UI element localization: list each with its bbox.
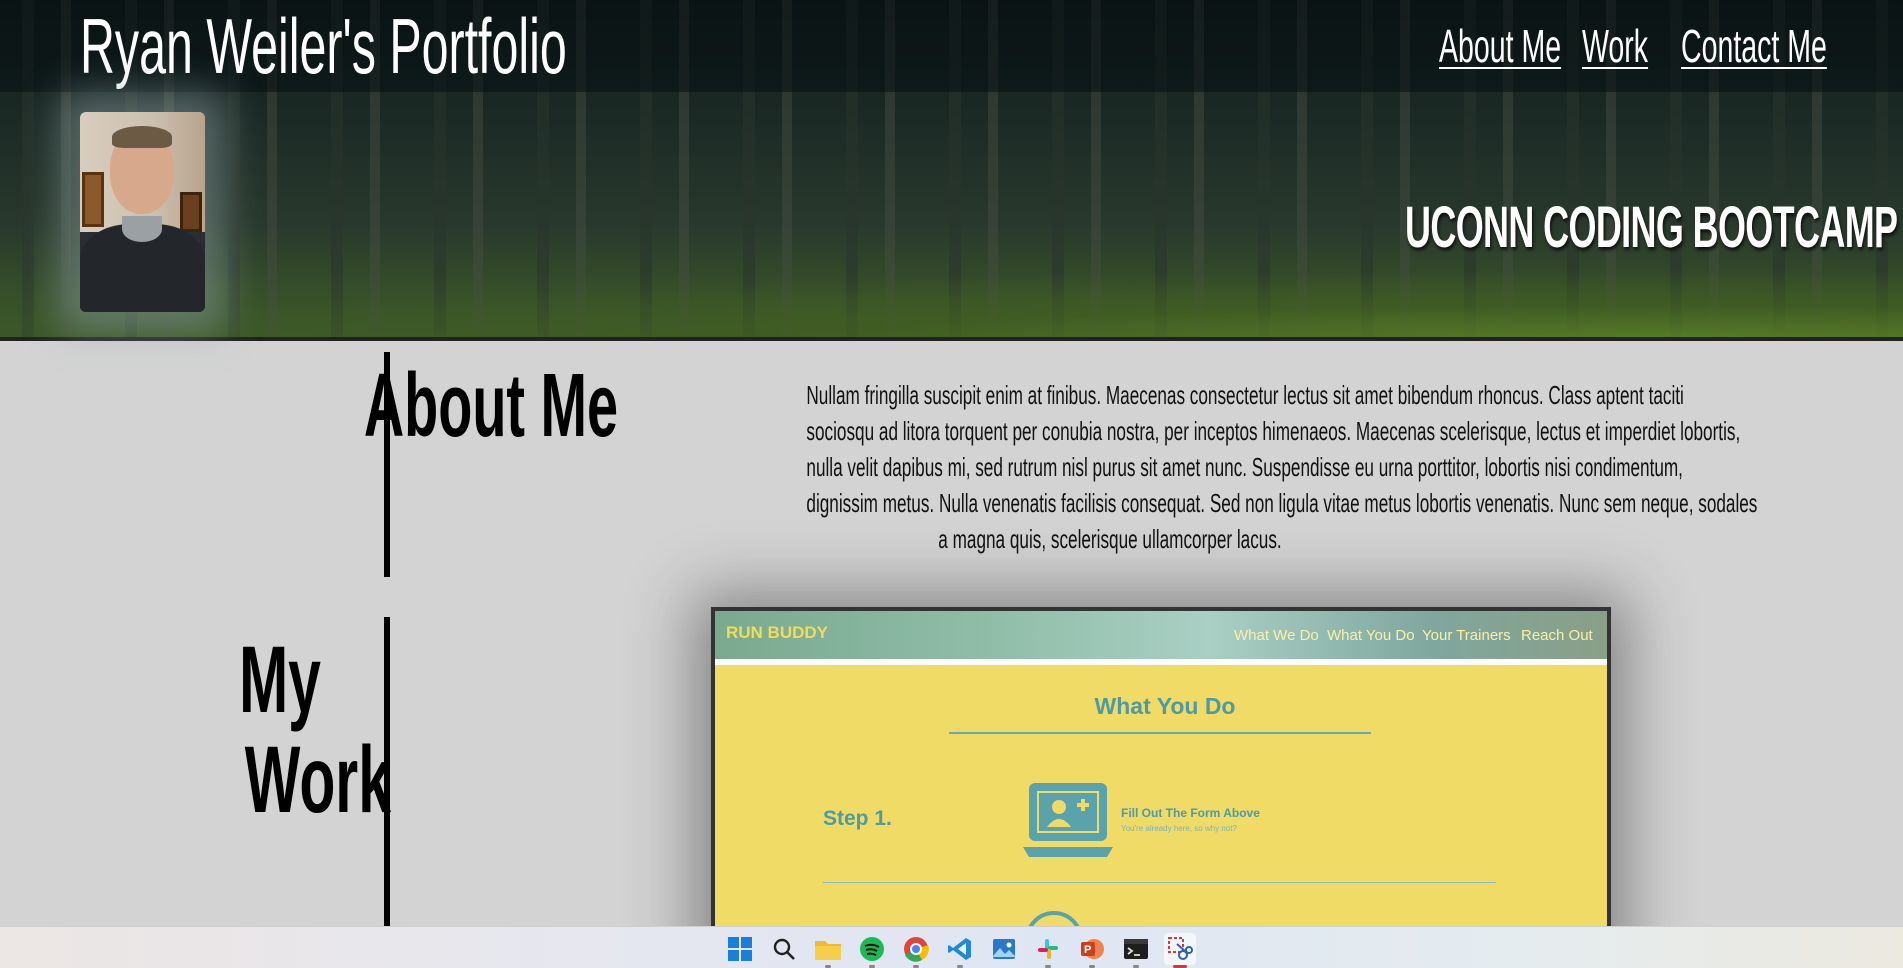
project-nav-item: Reach Out (1521, 627, 1593, 644)
bootcamp-heading: UCONN CODING BOOTCAMP (1405, 195, 1898, 260)
about-me-text: Nullam fringilla suscipit enim at finibu… (806, 380, 1758, 554)
terminal-icon[interactable] (1120, 933, 1152, 968)
snipping-tool-icon[interactable] (1164, 933, 1196, 968)
photos-icon[interactable] (988, 933, 1020, 965)
project-nav-item: What We Do (1234, 627, 1319, 644)
project-nav-item: Your Trainers (1422, 627, 1511, 644)
project-step-subtitle: You're already here, so why not? (1121, 824, 1237, 833)
project-step-title: Fill Out The Form Above (1121, 806, 1260, 820)
nav-about-me[interactable]: About Me (1439, 18, 1561, 74)
hero-divider (0, 337, 1903, 341)
powerpoint-icon[interactable]: P (1076, 933, 1108, 968)
project-logo: RUN BUDDY (726, 623, 828, 642)
laptop-add-user-icon (1023, 783, 1113, 857)
nav-work[interactable]: Work (1582, 18, 1648, 74)
profile-photo (80, 112, 205, 312)
about-divider (384, 352, 390, 577)
svg-text:P: P (1084, 944, 1091, 956)
about-me-title: About Me (363, 356, 618, 456)
nav-contact-me[interactable]: Contact Me (1681, 18, 1827, 74)
windows-start-icon[interactable] (724, 933, 756, 965)
my-work-title: My Work (239, 627, 391, 833)
project-run-buddy[interactable]: RUN BUDDY What We Do What You Do Your Tr… (711, 607, 1611, 968)
chrome-icon[interactable] (900, 933, 932, 968)
search-icon[interactable] (768, 933, 800, 965)
project-nav-item: What You Do (1327, 627, 1415, 644)
project-section-title: What You Do (1094, 693, 1236, 719)
file-explorer-icon[interactable] (812, 933, 844, 968)
taskbar: P (0, 926, 1903, 968)
slack-icon[interactable] (1032, 933, 1064, 968)
project-step-label: Step 1. (823, 807, 892, 830)
spotify-icon[interactable] (856, 933, 888, 968)
vscode-icon[interactable] (944, 933, 976, 968)
site-title: Ryan Weiler's Portfolio (80, 2, 567, 90)
